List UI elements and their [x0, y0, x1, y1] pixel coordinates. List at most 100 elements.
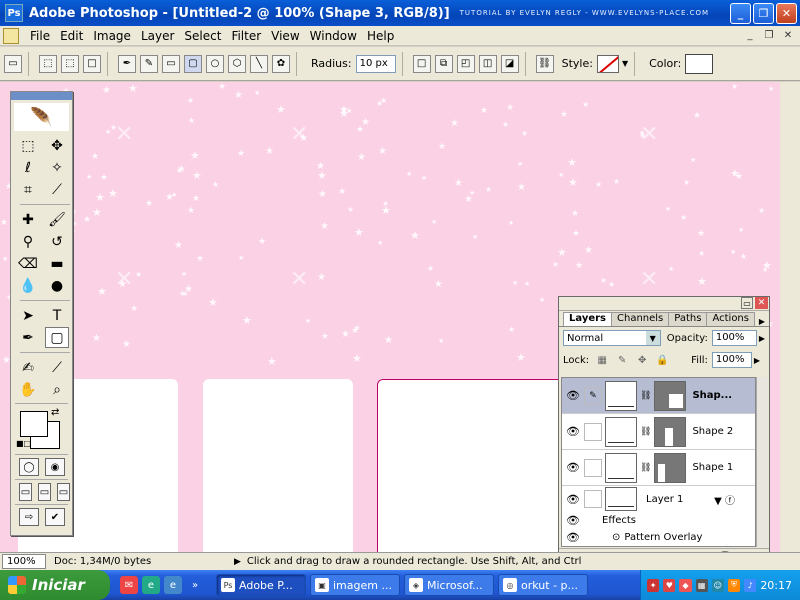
panel-close-icon[interactable]: ✕	[755, 297, 768, 309]
chain-icon[interactable]: ⛓	[640, 463, 651, 473]
link-layer-style-icon[interactable]: ⛓	[535, 54, 554, 73]
slice-tool-icon[interactable]: ⟋	[45, 179, 69, 200]
tray-volume-icon[interactable]: ♪	[744, 578, 757, 592]
quick-mask-mode-icon[interactable]: ◉	[45, 458, 65, 476]
gradient-tool-icon[interactable]: ▬	[45, 253, 69, 274]
new-shape-area-icon[interactable]: □	[412, 54, 431, 73]
menu-help[interactable]: Help	[362, 29, 399, 43]
tray-network-icon[interactable]: ▦	[695, 578, 708, 592]
brush-tool-icon[interactable]: 🖌	[45, 209, 69, 230]
task-microsoft[interactable]: ◈ Microsof...	[404, 574, 494, 596]
link-cell[interactable]	[584, 458, 602, 477]
type-tool-icon[interactable]: T	[45, 305, 69, 326]
line-tool-icon[interactable]: ╲	[250, 54, 268, 73]
dodge-tool-icon[interactable]: ●	[45, 275, 69, 296]
quicklaunch-ie-icon[interactable]: e	[164, 576, 182, 594]
menu-view[interactable]: View	[266, 29, 304, 43]
pattern-overlay-row[interactable]: 👁 ⊙ Pattern Overlay	[562, 529, 755, 546]
tab-channels[interactable]: Channels	[611, 312, 670, 326]
tab-layers[interactable]: Layers	[563, 312, 612, 326]
freeform-pen-icon[interactable]: ✎	[140, 54, 158, 73]
intersect-shape-icon[interactable]: ◫	[478, 54, 497, 73]
screen-mode-full-icon[interactable]: ▭	[57, 483, 70, 501]
hand-tool-icon[interactable]: ✋	[16, 379, 40, 400]
opacity-input[interactable]: 100%	[711, 330, 757, 346]
vector-mask-thumbnail[interactable]	[654, 380, 687, 411]
eye-icon[interactable]: 👁	[562, 389, 584, 402]
pen-tool-box-icon[interactable]: ✒	[16, 327, 40, 348]
restore-button[interactable]: ❐	[753, 3, 774, 24]
rectangle-tool-icon[interactable]: ▭	[162, 54, 180, 73]
vector-mask-thumbnail[interactable]	[654, 416, 687, 447]
layers-scrollbar[interactable]	[756, 377, 768, 547]
rounded-rectangle-tool-icon[interactable]: ▢	[184, 54, 202, 73]
crop-tool-icon[interactable]: ⌗	[16, 179, 40, 200]
task-imagem[interactable]: ▣ imagem ...	[310, 574, 400, 596]
marquee-tool-icon[interactable]: ⬚	[16, 135, 40, 156]
lasso-tool-icon[interactable]: ℓ	[16, 157, 40, 178]
path-selection-icon[interactable]: ➤	[16, 305, 40, 326]
history-brush-icon[interactable]: ↺	[45, 231, 69, 252]
eye-icon[interactable]: 👁	[562, 531, 584, 544]
doc-minimize-icon[interactable]: _	[742, 28, 758, 42]
task-orkut[interactable]: ◎ orkut - p...	[498, 574, 588, 596]
blend-mode-select[interactable]: Normal ▼	[563, 330, 661, 346]
fill-pixels-icon[interactable]: □	[83, 54, 101, 73]
screen-mode-standard-icon[interactable]: ▭	[19, 483, 32, 501]
tray-antivirus-icon[interactable]: ◆	[679, 578, 692, 592]
custom-shape-tool-icon[interactable]: ✿	[272, 54, 290, 73]
screen-mode-full-menu-icon[interactable]: ▭	[38, 483, 51, 501]
tray-messenger-icon[interactable]: ☺	[711, 578, 724, 592]
layer-row-shape-1[interactable]: 👁 ⛓ Shape 1	[562, 450, 755, 486]
document-menu-icon[interactable]	[3, 27, 19, 44]
start-button[interactable]: Iniciar	[0, 570, 110, 600]
panel-minimize-icon[interactable]: ▭	[741, 297, 753, 309]
shape-layers-icon[interactable]: ⬚	[39, 54, 57, 73]
standard-mode-icon[interactable]: ◯	[19, 458, 39, 476]
eye-icon[interactable]: 👁	[562, 493, 584, 506]
link-cell[interactable]	[584, 490, 602, 508]
fill-input[interactable]: 100%	[711, 352, 752, 368]
polygon-tool-icon[interactable]: ⬡	[228, 54, 246, 73]
healing-brush-icon[interactable]: ✚	[16, 209, 40, 230]
quicklaunch-browser-icon[interactable]: e	[142, 576, 160, 594]
lock-all-icon[interactable]: 🔒	[655, 353, 669, 367]
tray-heart-icon[interactable]: ♥	[663, 578, 676, 592]
effects-row[interactable]: 👁 Effects	[562, 512, 755, 529]
eye-icon[interactable]: 👁	[562, 461, 584, 474]
eyedropper-tool-icon[interactable]: ⟋	[45, 357, 69, 378]
eye-icon[interactable]: 👁	[562, 514, 584, 527]
link-cell[interactable]	[584, 422, 602, 441]
layer-row-shape-3[interactable]: 👁 ✎ ⛓ Shap...	[562, 378, 755, 414]
ellipse-tool-icon[interactable]: ○	[206, 54, 224, 73]
doc-restore-icon[interactable]: ❐	[761, 28, 777, 42]
vector-mask-thumbnail[interactable]	[654, 452, 687, 483]
photoshop-app-icon[interactable]: Ps	[5, 4, 23, 22]
move-tool-icon[interactable]: ✥	[45, 135, 69, 156]
zoom-tool-icon[interactable]: ⌕	[45, 379, 69, 400]
fill-slider-icon[interactable]: ▶	[754, 356, 760, 365]
blur-tool-icon[interactable]: 💧	[16, 275, 40, 296]
quicklaunch-more-icon[interactable]: »	[186, 576, 204, 594]
layer-row-layer-1[interactable]: 👁 Layer 1 ▼ ⓕ	[562, 486, 755, 512]
paths-mode-icon[interactable]: ⬚	[61, 54, 79, 73]
tray-app-icon[interactable]: ✦	[647, 578, 660, 592]
menu-window[interactable]: Window	[305, 29, 362, 43]
eye-icon[interactable]: 👁	[562, 425, 584, 438]
subtract-shape-icon[interactable]: ◰	[456, 54, 475, 73]
tab-actions[interactable]: Actions	[706, 312, 755, 326]
menu-file[interactable]: File	[25, 29, 55, 43]
minimize-button[interactable]: _	[730, 3, 751, 24]
feather-logo-icon[interactable]: 🪶	[14, 103, 69, 131]
jump-to-imageready-icon[interactable]: ⇨	[19, 508, 39, 526]
exclude-shape-icon[interactable]: ◪	[500, 54, 519, 73]
menu-edit[interactable]: Edit	[55, 29, 88, 43]
lock-image-icon[interactable]: ✎	[615, 353, 629, 367]
quicklaunch-app-icon[interactable]: ✉	[120, 576, 138, 594]
close-button[interactable]: ✕	[776, 3, 797, 24]
menu-filter[interactable]: Filter	[226, 29, 266, 43]
pen-tool-icon[interactable]: ✒	[118, 54, 136, 73]
notes-tool-icon[interactable]: ✍	[16, 357, 40, 378]
foreground-color-swatch[interactable]	[20, 411, 48, 437]
brush-icon[interactable]: ✎	[584, 386, 602, 405]
